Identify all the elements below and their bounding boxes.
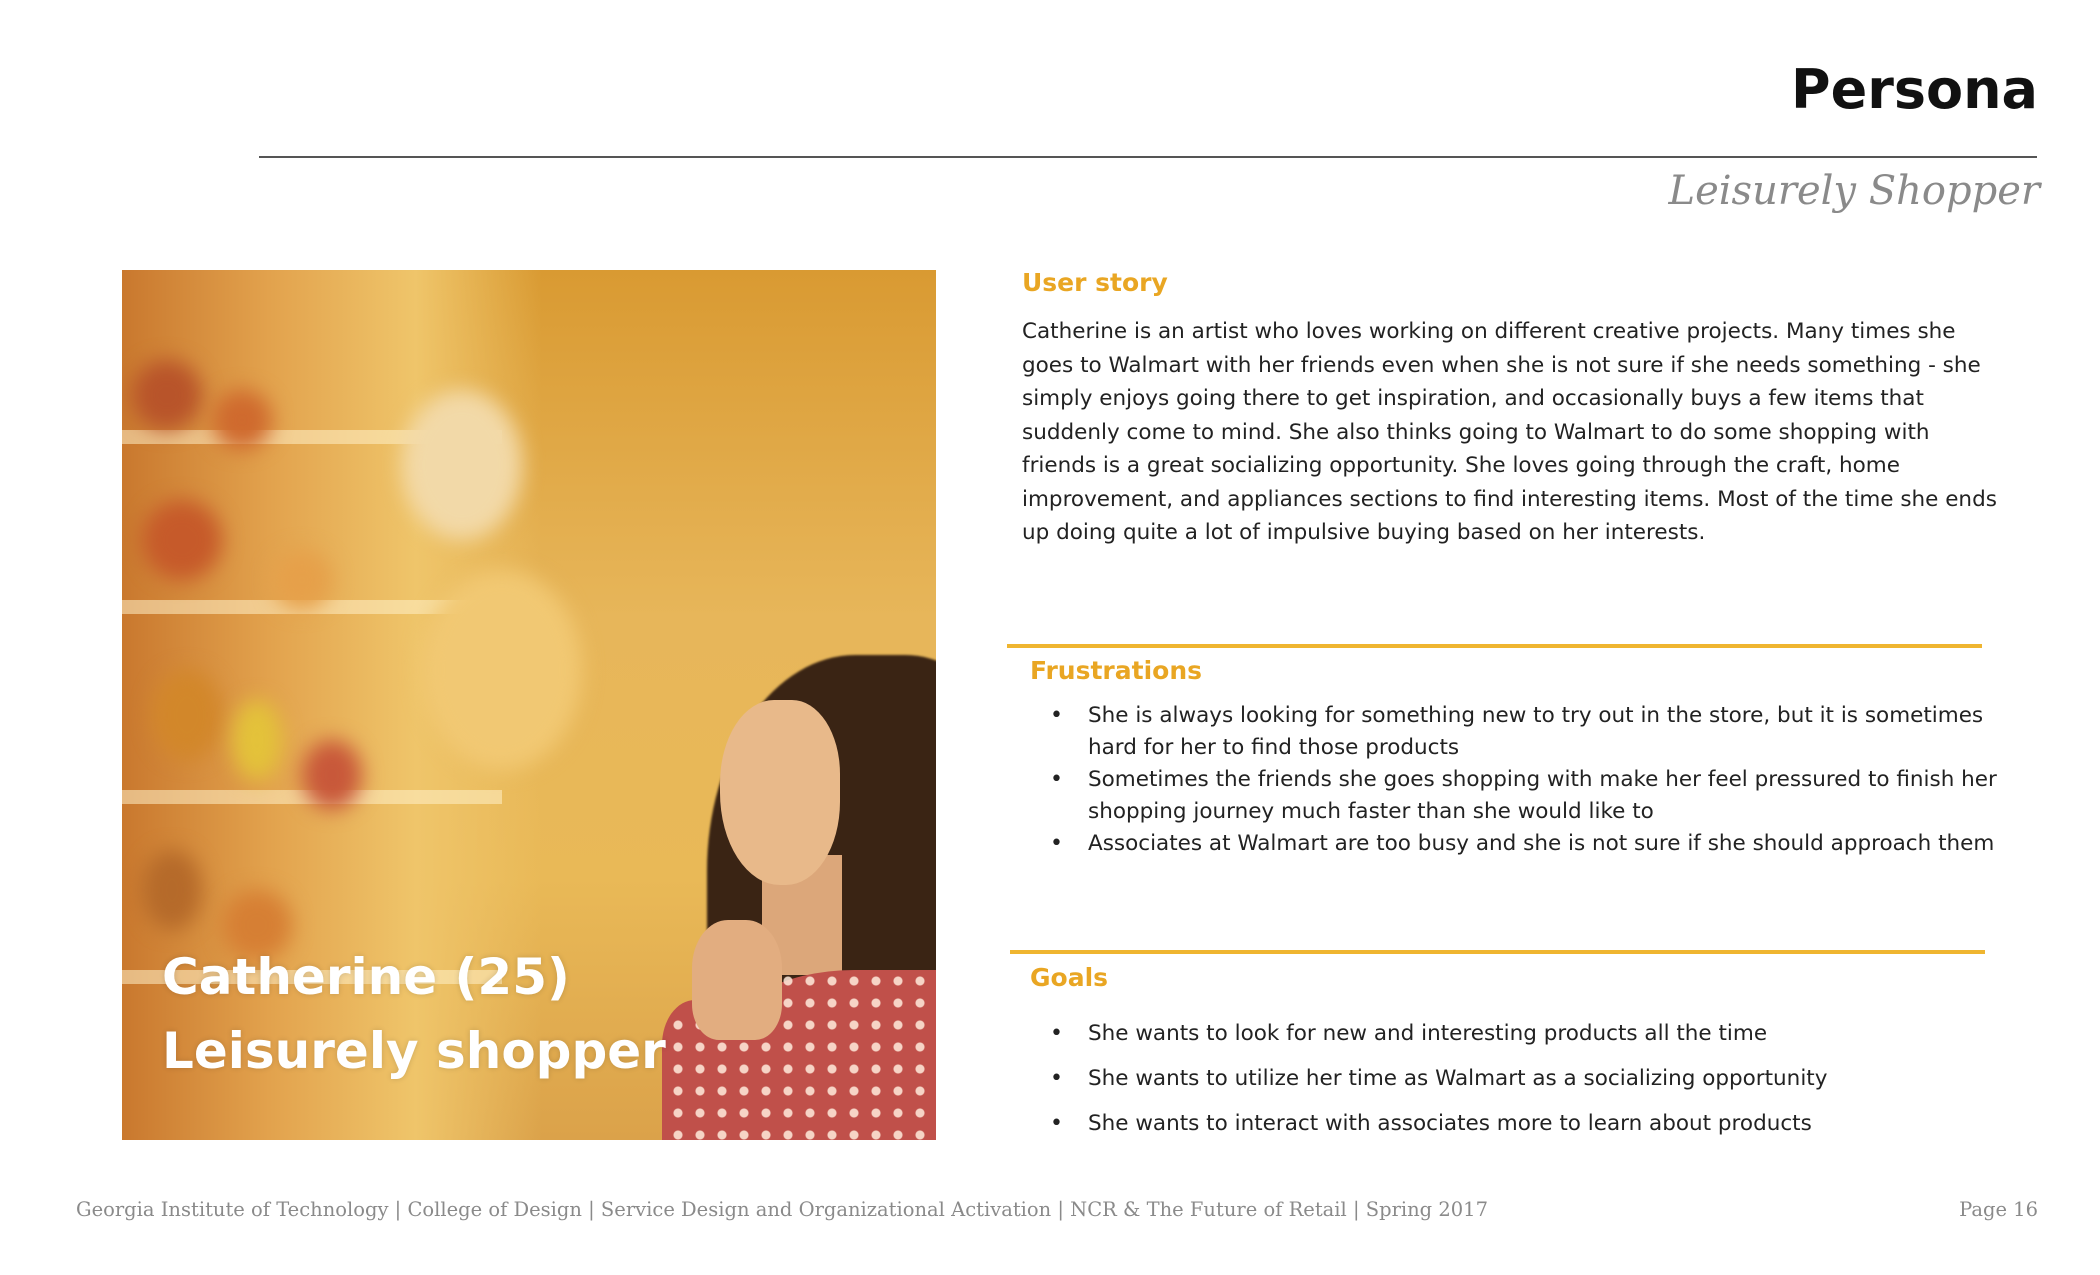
product-blur xyxy=(272,550,332,610)
list-item: Sometimes the friends she goes shopping … xyxy=(1026,764,2026,828)
goals-list: She wants to look for new and interestin… xyxy=(1026,1017,2026,1152)
list-item: She wants to interact with associates mo… xyxy=(1026,1107,2026,1141)
list-item: Associates at Walmart are too busy and s… xyxy=(1026,828,2026,860)
background-blur xyxy=(422,570,582,770)
page-number: Page 16 xyxy=(1959,1198,2038,1221)
product-blur xyxy=(142,500,222,580)
user-story-heading: User story xyxy=(1022,268,1168,297)
product-blur xyxy=(142,850,202,930)
header-divider xyxy=(259,156,2037,158)
product-blur xyxy=(232,700,282,780)
product-blur xyxy=(212,390,272,450)
product-blur xyxy=(302,740,362,810)
list-item: She is always looking for something new … xyxy=(1026,700,2026,764)
persona-name-age: Catherine (25) xyxy=(162,948,570,1006)
background-blur xyxy=(402,390,522,540)
page-title: Persona xyxy=(1791,58,2038,121)
list-item: She wants to utilize her time as Walmart… xyxy=(1026,1062,2026,1096)
product-blur xyxy=(132,360,202,430)
goals-divider xyxy=(1010,950,1985,954)
list-item: She wants to look for new and interestin… xyxy=(1026,1017,2026,1051)
goals-heading: Goals xyxy=(1030,963,1109,992)
person-face xyxy=(720,700,840,885)
frustrations-divider xyxy=(1007,644,1982,648)
frustrations-list: She is always looking for something new … xyxy=(1026,700,2026,860)
user-story-text: Catherine is an artist who loves working… xyxy=(1022,319,1997,545)
persona-type: Leisurely shopper xyxy=(162,1022,666,1080)
person-hand xyxy=(692,920,782,1040)
frustrations-heading: Frustrations xyxy=(1030,656,1203,685)
persona-photo: Catherine (25) Leisurely shopper xyxy=(122,270,936,1140)
page-subtitle: Leisurely Shopper xyxy=(1668,168,2040,214)
product-blur xyxy=(152,670,222,760)
photo-caption: Catherine (25) Leisurely shopper xyxy=(162,940,666,1088)
footer-credits: Georgia Institute of Technology | Colleg… xyxy=(76,1198,1488,1221)
